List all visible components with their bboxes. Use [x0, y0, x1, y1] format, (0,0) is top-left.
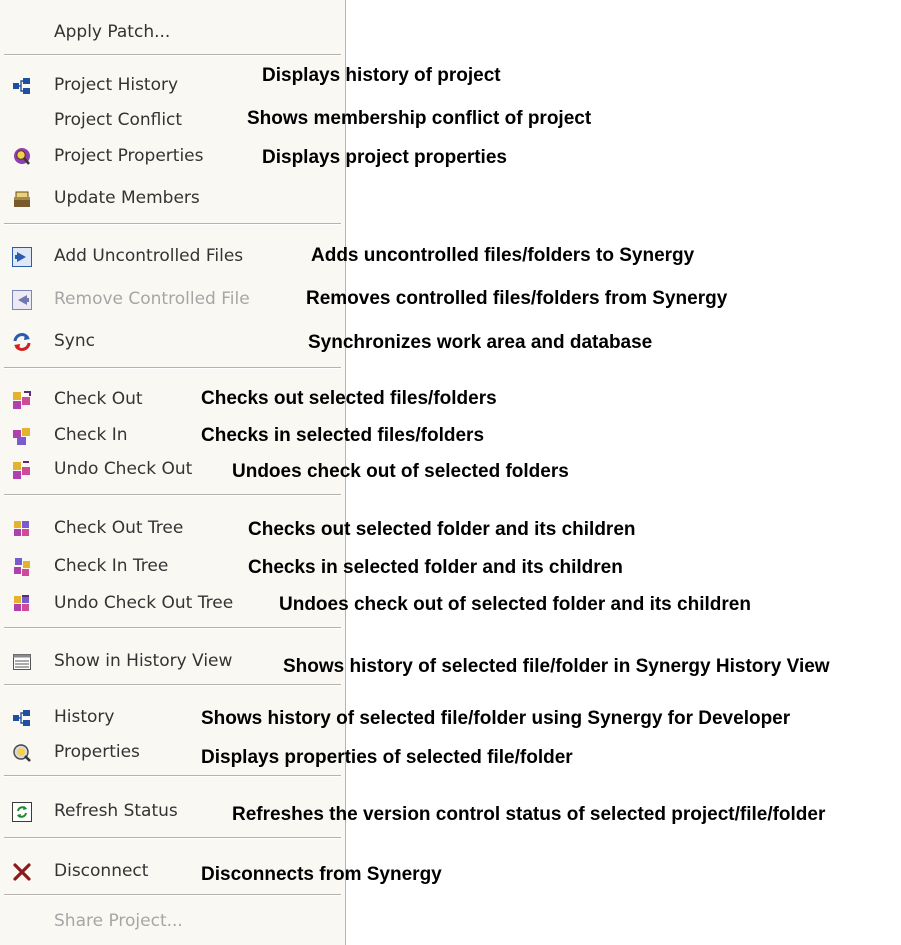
description-check-in-tree: Checks in selected folder and its childr… [248, 557, 623, 578]
menu-item-label: Apply Patch... [54, 22, 171, 42]
menu-item-label: Undo Check Out Tree [54, 593, 234, 613]
menu-separator [4, 223, 341, 225]
description-check-out-tree: Checks out selected folder and its child… [248, 519, 636, 540]
description-show-in-history-view: Shows history of selected file/folder in… [283, 656, 830, 677]
description-sync: Synchronizes work area and database [308, 332, 653, 353]
check-out-icon [12, 390, 32, 410]
disconnect-icon [12, 862, 32, 882]
menu-separator [4, 54, 341, 56]
menu-item-label: Add Uncontrolled Files [54, 246, 244, 266]
description-history: Shows history of selected file/folder us… [201, 708, 791, 729]
menu-item-label: Project Properties [54, 146, 204, 166]
description-project-history: Displays history of project [262, 65, 501, 86]
menu-item-label: Undo Check Out [54, 459, 193, 479]
menu-item-label: Check In [54, 425, 128, 445]
menu-item-label: Check Out [54, 389, 143, 409]
menu-item-remove-controlled-file[interactable]: Remove Controlled File [0, 283, 343, 317]
menu-separator [4, 894, 341, 896]
update-members-icon [12, 189, 32, 209]
menu-separator [4, 837, 341, 839]
history-icon [12, 708, 32, 728]
menu-item-sync[interactable]: Sync [0, 325, 343, 359]
menu-separator [4, 775, 341, 777]
history-icon [12, 76, 32, 96]
menu-separator [4, 494, 341, 496]
description-undo-check-out: Undoes check out of selected folders [232, 461, 569, 482]
menu-item-share-project[interactable]: Share Project... [0, 905, 343, 939]
menu-separator [4, 684, 341, 686]
check-in-tree-icon [12, 557, 32, 577]
description-project-conflict: Shows membership conflict of project [247, 108, 592, 129]
description-remove-controlled-file: Removes controlled files/folders from Sy… [306, 288, 728, 309]
properties-icon [12, 147, 32, 167]
description-check-out: Checks out selected files/folders [201, 388, 497, 409]
description-disconnect: Disconnects from Synergy [201, 864, 442, 885]
menu-item-label: Project History [54, 75, 179, 95]
menu-item-apply-patch[interactable]: Apply Patch... [0, 16, 343, 50]
menu-item-label: Share Project... [54, 911, 183, 931]
sync-icon [12, 332, 32, 352]
menu-item-label: Sync [54, 331, 95, 351]
menu-item-add-uncontrolled-files[interactable]: Add Uncontrolled Files [0, 240, 343, 274]
remove-arrow-icon [12, 290, 32, 310]
description-undo-check-out-tree: Undoes check out of selected folder and … [279, 594, 751, 615]
menu-item-label: Check Out Tree [54, 518, 184, 538]
menu-item-label: Disconnect [54, 861, 149, 881]
menu-separator [4, 627, 341, 629]
properties-icon [12, 743, 32, 763]
undo-check-out-icon [12, 460, 32, 480]
description-properties: Displays properties of selected file/fol… [201, 747, 573, 768]
undo-check-out-tree-icon [12, 594, 32, 614]
history-view-icon [12, 652, 32, 672]
menu-item-label: Check In Tree [54, 556, 169, 576]
add-arrow-icon [12, 247, 32, 267]
refresh-icon [12, 802, 32, 822]
menu-item-label: Refresh Status [54, 801, 178, 821]
menu-item-label: Project Conflict [54, 110, 183, 130]
check-out-tree-icon [12, 519, 32, 539]
description-project-properties: Displays project properties [262, 147, 507, 168]
menu-item-label: Show in History View [54, 651, 233, 671]
description-add-uncontrolled-files: Adds uncontrolled files/folders to Syner… [311, 245, 695, 266]
menu-item-label: Properties [54, 742, 140, 762]
menu-separator [4, 367, 341, 369]
description-check-in: Checks in selected files/folders [201, 425, 485, 446]
menu-item-label: Remove Controlled File [54, 289, 250, 309]
menu-item-label: History [54, 707, 115, 727]
menu-item-label: Update Members [54, 188, 200, 208]
description-refresh-status: Refreshes the version control status of … [232, 804, 826, 825]
menu-item-update-members[interactable]: Update Members [0, 182, 343, 216]
check-in-icon [12, 426, 32, 446]
